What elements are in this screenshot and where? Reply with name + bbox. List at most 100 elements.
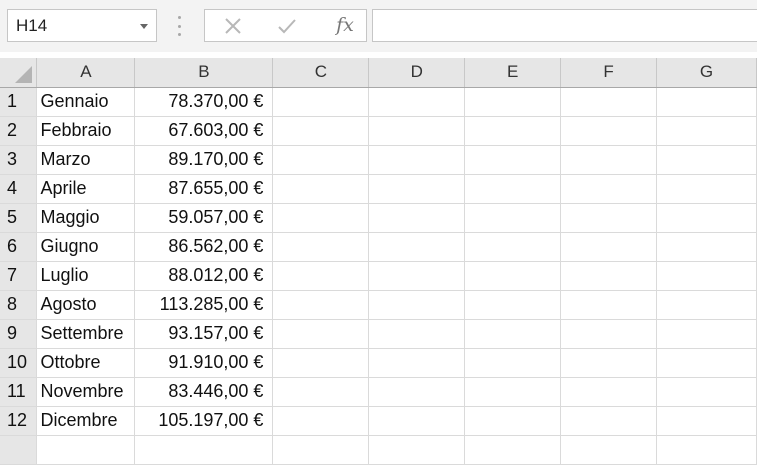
cell-g[interactable]	[656, 174, 757, 204]
cancel-button[interactable]	[213, 10, 253, 41]
cell-c[interactable]	[272, 348, 370, 378]
cell-b[interactable]: 87.655,00 €	[134, 174, 274, 204]
cell-d[interactable]	[368, 319, 466, 349]
cell-d[interactable]	[368, 261, 466, 291]
name-box-value[interactable]: H14	[16, 10, 47, 41]
cell-d[interactable]	[368, 174, 466, 204]
row-header[interactable]: 8	[0, 290, 38, 320]
cell-f[interactable]	[560, 87, 658, 117]
cell-g[interactable]	[656, 319, 757, 349]
cell-a[interactable]: Maggio	[36, 203, 136, 233]
cell-f[interactable]	[560, 116, 658, 146]
cell-b[interactable]: 113.285,00 €	[134, 290, 274, 320]
cell-f[interactable]	[560, 290, 658, 320]
cell-a[interactable]: Luglio	[36, 261, 136, 291]
cell-g[interactable]	[656, 145, 757, 175]
row-header[interactable]	[0, 435, 38, 465]
cell-f[interactable]	[560, 319, 658, 349]
cell-c[interactable]	[272, 406, 370, 436]
cell-f[interactable]	[560, 348, 658, 378]
cell-e[interactable]	[464, 406, 562, 436]
cell-a[interactable]: Giugno	[36, 232, 136, 262]
cell-g[interactable]	[656, 116, 757, 146]
cell-e[interactable]	[464, 348, 562, 378]
cell-d[interactable]	[368, 290, 466, 320]
cell-a[interactable]: Ottobre	[36, 348, 136, 378]
cell-d[interactable]	[368, 87, 466, 117]
column-header-f[interactable]: F	[560, 58, 658, 88]
cell-e[interactable]	[464, 174, 562, 204]
cell-a[interactable]: Settembre	[36, 319, 136, 349]
cell-f[interactable]	[560, 261, 658, 291]
cell-g[interactable]	[656, 203, 757, 233]
column-header-b[interactable]: B	[134, 58, 274, 88]
cell-c[interactable]	[272, 145, 370, 175]
cell-c[interactable]	[272, 261, 370, 291]
row-header[interactable]: 11	[0, 377, 38, 407]
cell-g[interactable]	[656, 261, 757, 291]
cell-d[interactable]	[368, 203, 466, 233]
row-header[interactable]: 2	[0, 116, 38, 146]
cell-e[interactable]	[464, 377, 562, 407]
cell-g[interactable]	[656, 406, 757, 436]
row-header[interactable]: 6	[0, 232, 38, 262]
cell-f[interactable]	[560, 145, 658, 175]
name-box[interactable]: H14	[7, 9, 157, 42]
cell-d[interactable]	[368, 232, 466, 262]
cell-b[interactable]: 86.562,00 €	[134, 232, 274, 262]
cell-e[interactable]	[464, 116, 562, 146]
cell-b[interactable]: 91.910,00 €	[134, 348, 274, 378]
cell-a[interactable]	[36, 435, 136, 465]
cell-f[interactable]	[560, 174, 658, 204]
cell-e[interactable]	[464, 435, 562, 465]
cell-c[interactable]	[272, 174, 370, 204]
cell-f[interactable]	[560, 377, 658, 407]
cell-c[interactable]	[272, 232, 370, 262]
cell-b[interactable]: 105.197,00 €	[134, 406, 274, 436]
insert-function-button[interactable]: fx	[327, 12, 363, 38]
cell-b[interactable]: 78.370,00 €	[134, 87, 274, 117]
cell-e[interactable]	[464, 319, 562, 349]
cell-e[interactable]	[464, 203, 562, 233]
row-header[interactable]: 3	[0, 145, 38, 175]
row-header[interactable]: 9	[0, 319, 38, 349]
cell-c[interactable]	[272, 377, 370, 407]
cell-a[interactable]: Gennaio	[36, 87, 136, 117]
cell-e[interactable]	[464, 290, 562, 320]
cell-d[interactable]	[368, 435, 466, 465]
cell-f[interactable]	[560, 203, 658, 233]
column-header-c[interactable]: C	[272, 58, 370, 88]
cell-f[interactable]	[560, 406, 658, 436]
cell-b[interactable]: 93.157,00 €	[134, 319, 274, 349]
cell-g[interactable]	[656, 435, 757, 465]
cell-a[interactable]: Aprile	[36, 174, 136, 204]
cell-f[interactable]	[560, 232, 658, 262]
cell-b[interactable]: 88.012,00 €	[134, 261, 274, 291]
row-header[interactable]: 7	[0, 261, 38, 291]
formula-input[interactable]	[372, 9, 757, 42]
column-header-d[interactable]: D	[368, 58, 466, 88]
cell-c[interactable]	[272, 116, 370, 146]
cell-b[interactable]	[134, 435, 274, 465]
cell-e[interactable]	[464, 145, 562, 175]
column-header-e[interactable]: E	[464, 58, 562, 88]
cell-a[interactable]: Novembre	[36, 377, 136, 407]
cell-b[interactable]: 67.603,00 €	[134, 116, 274, 146]
cell-c[interactable]	[272, 87, 370, 117]
cell-a[interactable]: Marzo	[36, 145, 136, 175]
cell-a[interactable]: Febbraio	[36, 116, 136, 146]
select-all-button[interactable]	[0, 58, 38, 88]
cell-d[interactable]	[368, 348, 466, 378]
chevron-down-icon[interactable]	[140, 24, 148, 29]
cell-d[interactable]	[368, 406, 466, 436]
cell-g[interactable]	[656, 290, 757, 320]
cell-e[interactable]	[464, 261, 562, 291]
cell-d[interactable]	[368, 377, 466, 407]
cell-a[interactable]: Agosto	[36, 290, 136, 320]
drag-handle-icon[interactable]	[178, 16, 181, 36]
cell-c[interactable]	[272, 319, 370, 349]
cell-c[interactable]	[272, 290, 370, 320]
row-header[interactable]: 12	[0, 406, 38, 436]
cell-b[interactable]: 83.446,00 €	[134, 377, 274, 407]
column-header-g[interactable]: G	[656, 58, 757, 88]
